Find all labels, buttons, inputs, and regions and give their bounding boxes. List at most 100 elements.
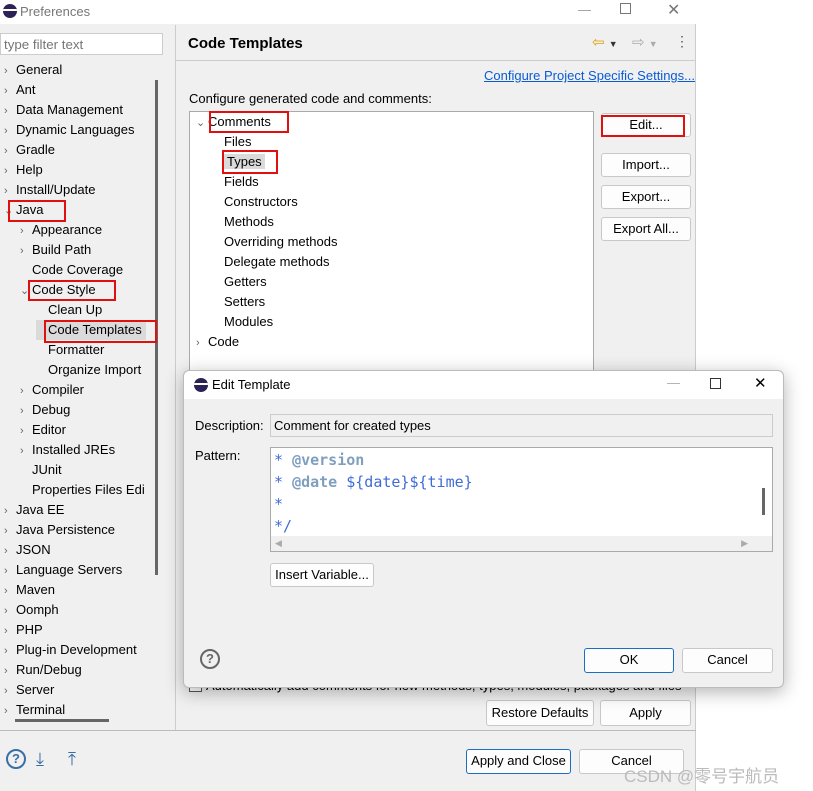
chevron-right-icon[interactable]: ›: [4, 501, 16, 521]
maximize-button[interactable]: [620, 3, 631, 14]
tree-item[interactable]: Code Coverage: [20, 260, 123, 280]
chevron-right-icon[interactable]: ›: [20, 381, 32, 401]
tree-item[interactable]: › Appearance: [20, 220, 102, 240]
chevron-right-icon[interactable]: ›: [4, 61, 16, 81]
tree-item[interactable]: › Editor: [20, 420, 66, 440]
chevron-right-icon[interactable]: ›: [4, 661, 16, 681]
chevron-right-icon[interactable]: ›: [4, 621, 16, 641]
chevron-right-icon[interactable]: ›: [20, 241, 32, 261]
tree-item[interactable]: Properties Files Edi: [20, 480, 145, 500]
import-button[interactable]: Import...: [601, 153, 691, 177]
tree-item[interactable]: › Java Persistence: [4, 520, 115, 540]
pattern-editor[interactable]: * @version * @date ${date}${time} * */ ◀ ▶: [270, 447, 773, 552]
template-item[interactable]: Modules: [212, 312, 273, 332]
chevron-right-icon[interactable]: ›: [4, 161, 16, 181]
dialog-title: Edit Template: [212, 377, 291, 392]
tree-item[interactable]: › Oomph: [4, 600, 59, 620]
tree-item[interactable]: › Gradle: [4, 140, 55, 160]
forward-icon[interactable]: ⇨ ▼: [632, 33, 658, 51]
description-field[interactable]: Comment for created types: [270, 414, 773, 437]
tree-item-label: Help: [16, 162, 43, 177]
close-button[interactable]: ✕: [667, 0, 680, 20]
template-item-label: Fields: [224, 174, 259, 189]
chevron-right-icon[interactable]: ›: [20, 221, 32, 241]
tree-item[interactable]: › Ant: [4, 80, 36, 100]
tree-item[interactable]: › Plug-in Development: [4, 640, 137, 660]
tree-item[interactable]: › Language Servers: [4, 560, 122, 580]
tree-item[interactable]: › Debug: [20, 400, 70, 420]
tree-item[interactable]: › Help: [4, 160, 43, 180]
pattern-vertical-scrollbar[interactable]: [762, 488, 765, 515]
export-all-button[interactable]: Export All...: [601, 217, 691, 241]
chevron-right-icon[interactable]: ›: [4, 561, 16, 581]
tree-item[interactable]: › JSON: [4, 540, 51, 560]
tree-item[interactable]: › General: [4, 60, 62, 80]
help-icon[interactable]: ?: [6, 749, 26, 769]
chevron-right-icon[interactable]: ›: [20, 441, 32, 461]
tree-item[interactable]: Formatter: [36, 340, 104, 360]
template-item[interactable]: › Code: [196, 332, 239, 352]
export-prefs-icon[interactable]: ⤒: [68, 749, 76, 770]
template-item[interactable]: Getters: [212, 272, 267, 292]
template-item[interactable]: Methods: [212, 212, 274, 232]
tree-item[interactable]: Clean Up: [36, 300, 102, 320]
dialog-close-button[interactable]: ✕: [754, 374, 767, 392]
chevron-right-icon[interactable]: ›: [4, 181, 16, 201]
project-settings-link[interactable]: Configure Project Specific Settings...: [484, 68, 695, 83]
tree-horizontal-scrollbar[interactable]: [15, 719, 109, 722]
tree-item[interactable]: › Terminal: [4, 700, 65, 720]
chevron-right-icon[interactable]: ›: [4, 141, 16, 161]
tree-item[interactable]: › Dynamic Languages: [4, 120, 135, 140]
restore-defaults-button[interactable]: Restore Defaults: [486, 700, 594, 726]
template-item-label: Overriding methods: [224, 234, 338, 249]
menu-icon[interactable]: ⋮: [675, 33, 689, 50]
chevron-right-icon[interactable]: ›: [4, 81, 16, 101]
tree-item[interactable]: › Build Path: [20, 240, 91, 260]
tree-item[interactable]: › Compiler: [20, 380, 84, 400]
template-item[interactable]: Delegate methods: [212, 252, 330, 272]
filter-input[interactable]: [0, 33, 163, 55]
dialog-help-icon[interactable]: ?: [200, 649, 220, 669]
apply-and-close-button[interactable]: Apply and Close: [466, 749, 571, 774]
dialog-maximize-button[interactable]: [710, 378, 721, 389]
apply-button[interactable]: Apply: [600, 700, 691, 726]
back-icon[interactable]: ⇦ ▼: [592, 33, 618, 51]
template-item[interactable]: Files: [212, 132, 251, 152]
pattern-horizontal-scrollbar[interactable]: ◀ ▶: [271, 536, 772, 551]
chevron-right-icon[interactable]: ›: [4, 121, 16, 141]
insert-variable-button[interactable]: Insert Variable...: [270, 563, 374, 587]
chevron-right-icon[interactable]: ›: [20, 401, 32, 421]
export-button[interactable]: Export...: [601, 185, 691, 209]
tree-item[interactable]: › Maven: [4, 580, 55, 600]
chevron-right-icon[interactable]: ›: [196, 333, 208, 353]
chevron-right-icon[interactable]: ›: [4, 521, 16, 541]
chevron-down-icon[interactable]: ⌄: [196, 113, 208, 133]
tree-item[interactable]: › Server: [4, 680, 54, 700]
tree-item[interactable]: Organize Import: [36, 360, 141, 380]
dialog-minimize-button[interactable]: —: [667, 375, 680, 390]
tree-item[interactable]: › Data Management: [4, 100, 123, 120]
highlight-comments: [209, 111, 289, 133]
dialog-cancel-button[interactable]: Cancel: [682, 648, 773, 673]
template-item[interactable]: Setters: [212, 292, 265, 312]
tree-item[interactable]: › Run/Debug: [4, 660, 82, 680]
tree-item[interactable]: › Installed JREs: [20, 440, 115, 460]
chevron-right-icon[interactable]: ›: [4, 641, 16, 661]
minimize-button[interactable]: —: [578, 2, 591, 17]
ok-button[interactable]: OK: [584, 648, 674, 673]
tree-item[interactable]: › Java EE: [4, 500, 64, 520]
chevron-right-icon[interactable]: ›: [20, 421, 32, 441]
chevron-right-icon[interactable]: ›: [4, 681, 16, 701]
template-item[interactable]: Constructors: [212, 192, 298, 212]
tree-item[interactable]: JUnit: [20, 460, 62, 480]
chevron-right-icon[interactable]: ›: [4, 701, 16, 721]
chevron-right-icon[interactable]: ›: [4, 101, 16, 121]
chevron-right-icon[interactable]: ›: [4, 601, 16, 621]
tree-item[interactable]: › Install/Update: [4, 180, 96, 200]
chevron-right-icon[interactable]: ›: [4, 541, 16, 561]
chevron-right-icon[interactable]: ›: [4, 581, 16, 601]
tree-item[interactable]: › PHP: [4, 620, 43, 640]
import-prefs-icon[interactable]: ⤓: [36, 749, 44, 770]
template-item[interactable]: Fields: [212, 172, 259, 192]
template-item[interactable]: Overriding methods: [212, 232, 337, 252]
